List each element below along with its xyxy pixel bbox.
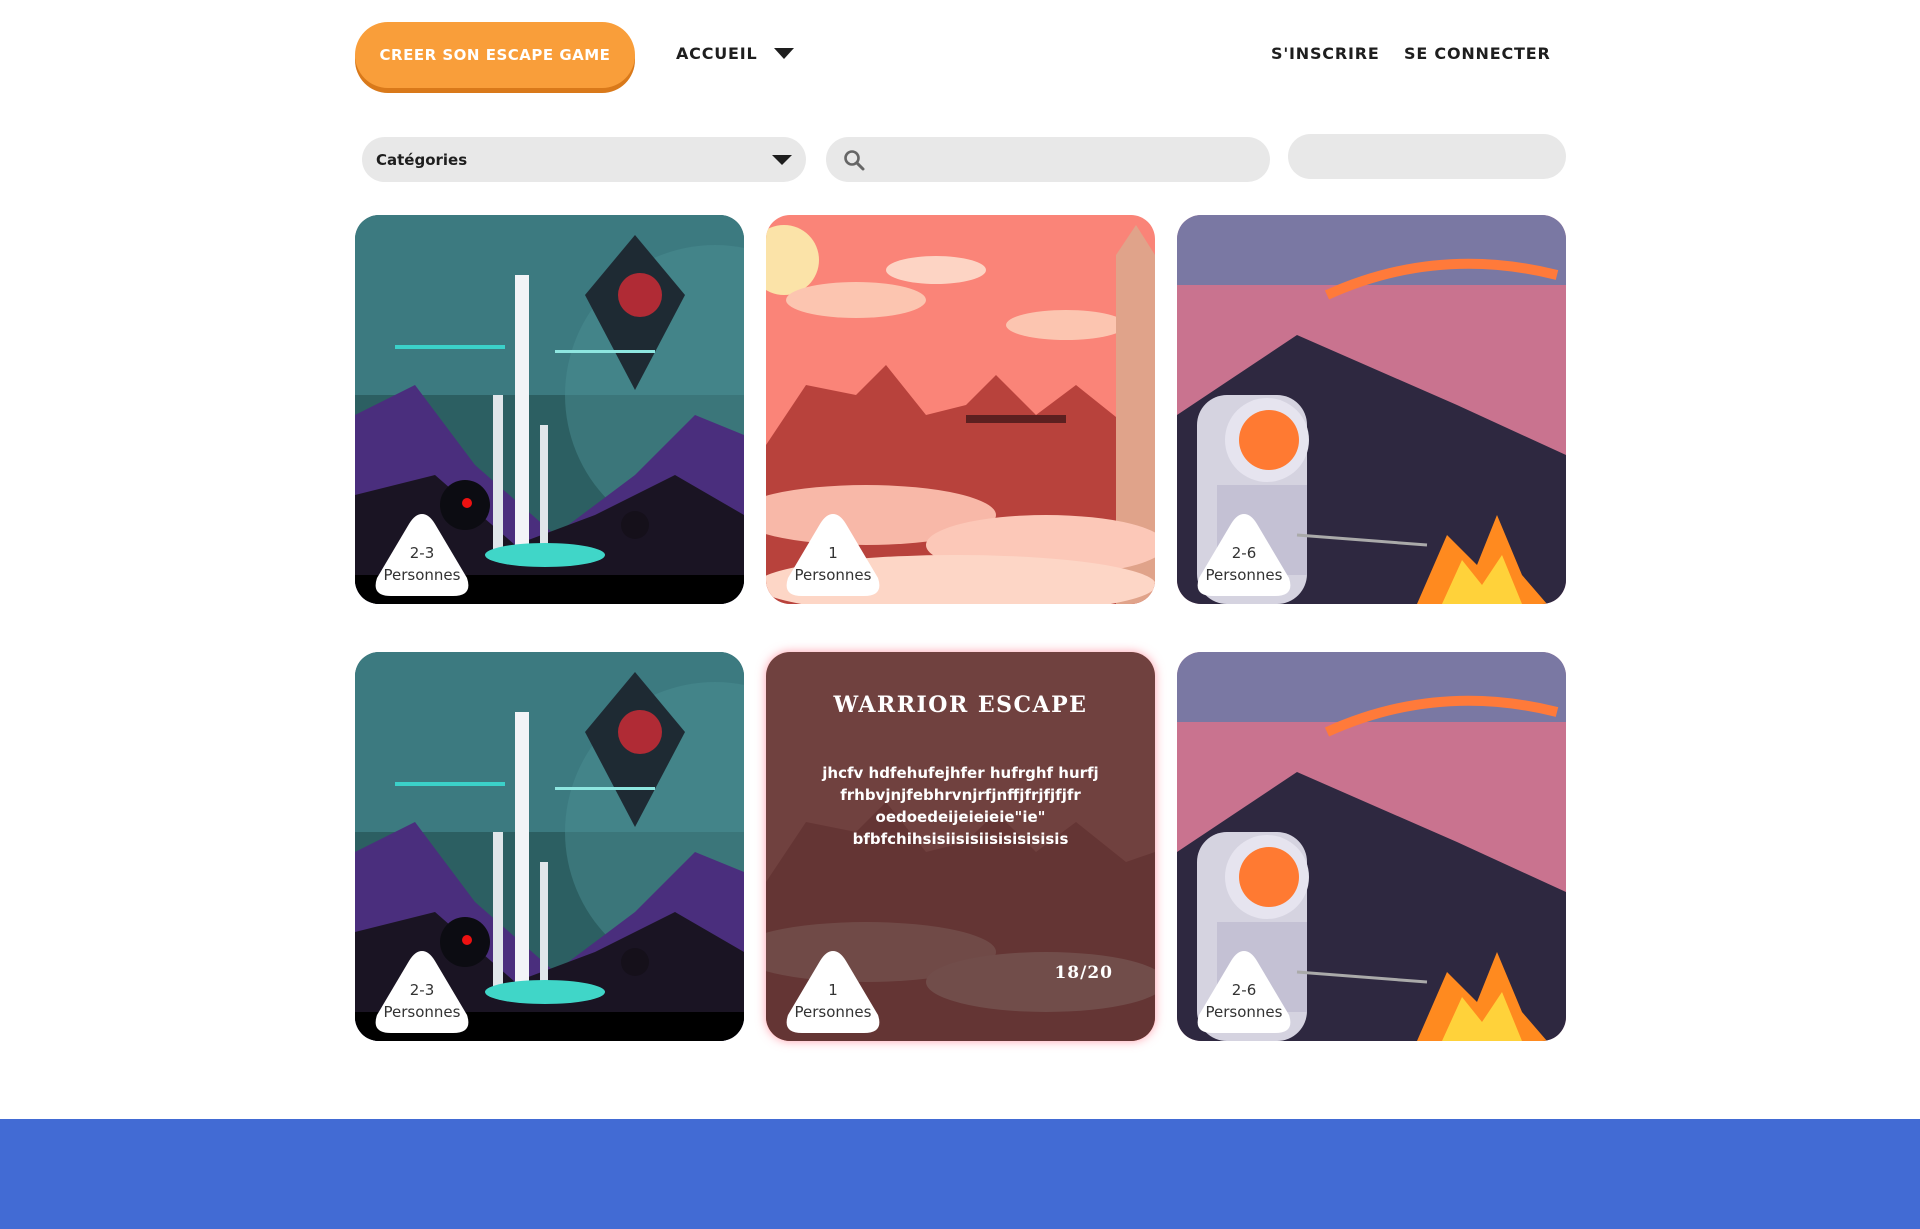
- secondary-filter-field[interactable]: [1288, 134, 1566, 179]
- search-icon: [844, 149, 865, 170]
- nav-login-link[interactable]: SE CONNECTER: [1404, 44, 1551, 63]
- card-score: 18/20: [1054, 963, 1113, 983]
- player-count: 2-3: [409, 981, 435, 999]
- card-title: WARRIOR ESCAPE: [833, 692, 1088, 718]
- player-count-badge: 2-6 Personnes: [1195, 949, 1293, 1035]
- player-count-badge: 2-3 Personnes: [373, 512, 471, 598]
- search-box[interactable]: [826, 136, 1270, 183]
- player-count: 2-6: [1231, 544, 1257, 562]
- filter-bar: Catégories: [362, 134, 1566, 185]
- escape-game-card[interactable]: 1 Personnes: [766, 215, 1155, 604]
- escape-game-card[interactable]: 2-3 Personnes: [355, 215, 744, 604]
- nav-home-label: ACCUEIL: [676, 44, 758, 63]
- player-count: 1: [828, 981, 838, 999]
- player-unit-label: Personnes: [1205, 566, 1283, 584]
- player-count: 2-6: [1231, 981, 1257, 999]
- categories-select-label: Catégories: [376, 150, 468, 169]
- chevron-down-icon: [773, 48, 794, 59]
- create-escape-game-button[interactable]: CREER SON ESCAPE GAME: [355, 22, 635, 88]
- player-count-badge: 1 Personnes: [784, 512, 882, 598]
- player-count: 2-3: [409, 544, 435, 562]
- player-count-badge: 2-3 Personnes: [373, 949, 471, 1035]
- categories-select[interactable]: Catégories: [362, 137, 806, 182]
- footer: [0, 1119, 1920, 1229]
- header: CREER SON ESCAPE GAME ACCUEIL S'INSCRIRE…: [355, 22, 1555, 92]
- escape-game-card[interactable]: 2-3 Personnes: [355, 652, 744, 1041]
- player-unit-label: Personnes: [794, 566, 872, 584]
- player-unit-label: Personnes: [794, 1003, 872, 1021]
- escape-game-card-hovered[interactable]: WARRIOR ESCAPE jhcfv hdfehufejhfer hufrg…: [766, 652, 1155, 1041]
- escape-game-card[interactable]: 2-6 Personnes: [1177, 215, 1566, 604]
- player-unit-label: Personnes: [383, 1003, 461, 1021]
- player-count-badge: 2-6 Personnes: [1195, 512, 1293, 598]
- chevron-down-icon: [772, 154, 792, 165]
- card-description: jhcfv hdfehufejhfer hufrghf hurfj frhbvj…: [822, 764, 1099, 848]
- search-input[interactable]: [876, 136, 1254, 183]
- nav-signup-link[interactable]: S'INSCRIRE: [1271, 44, 1380, 63]
- player-unit-label: Personnes: [383, 566, 461, 584]
- player-count-badge: 1 Personnes: [784, 949, 882, 1035]
- player-unit-label: Personnes: [1205, 1003, 1283, 1021]
- escape-game-card[interactable]: 2-6 Personnes: [1177, 652, 1566, 1041]
- player-count: 1: [828, 544, 838, 562]
- nav-home-dropdown[interactable]: ACCUEIL: [676, 44, 794, 63]
